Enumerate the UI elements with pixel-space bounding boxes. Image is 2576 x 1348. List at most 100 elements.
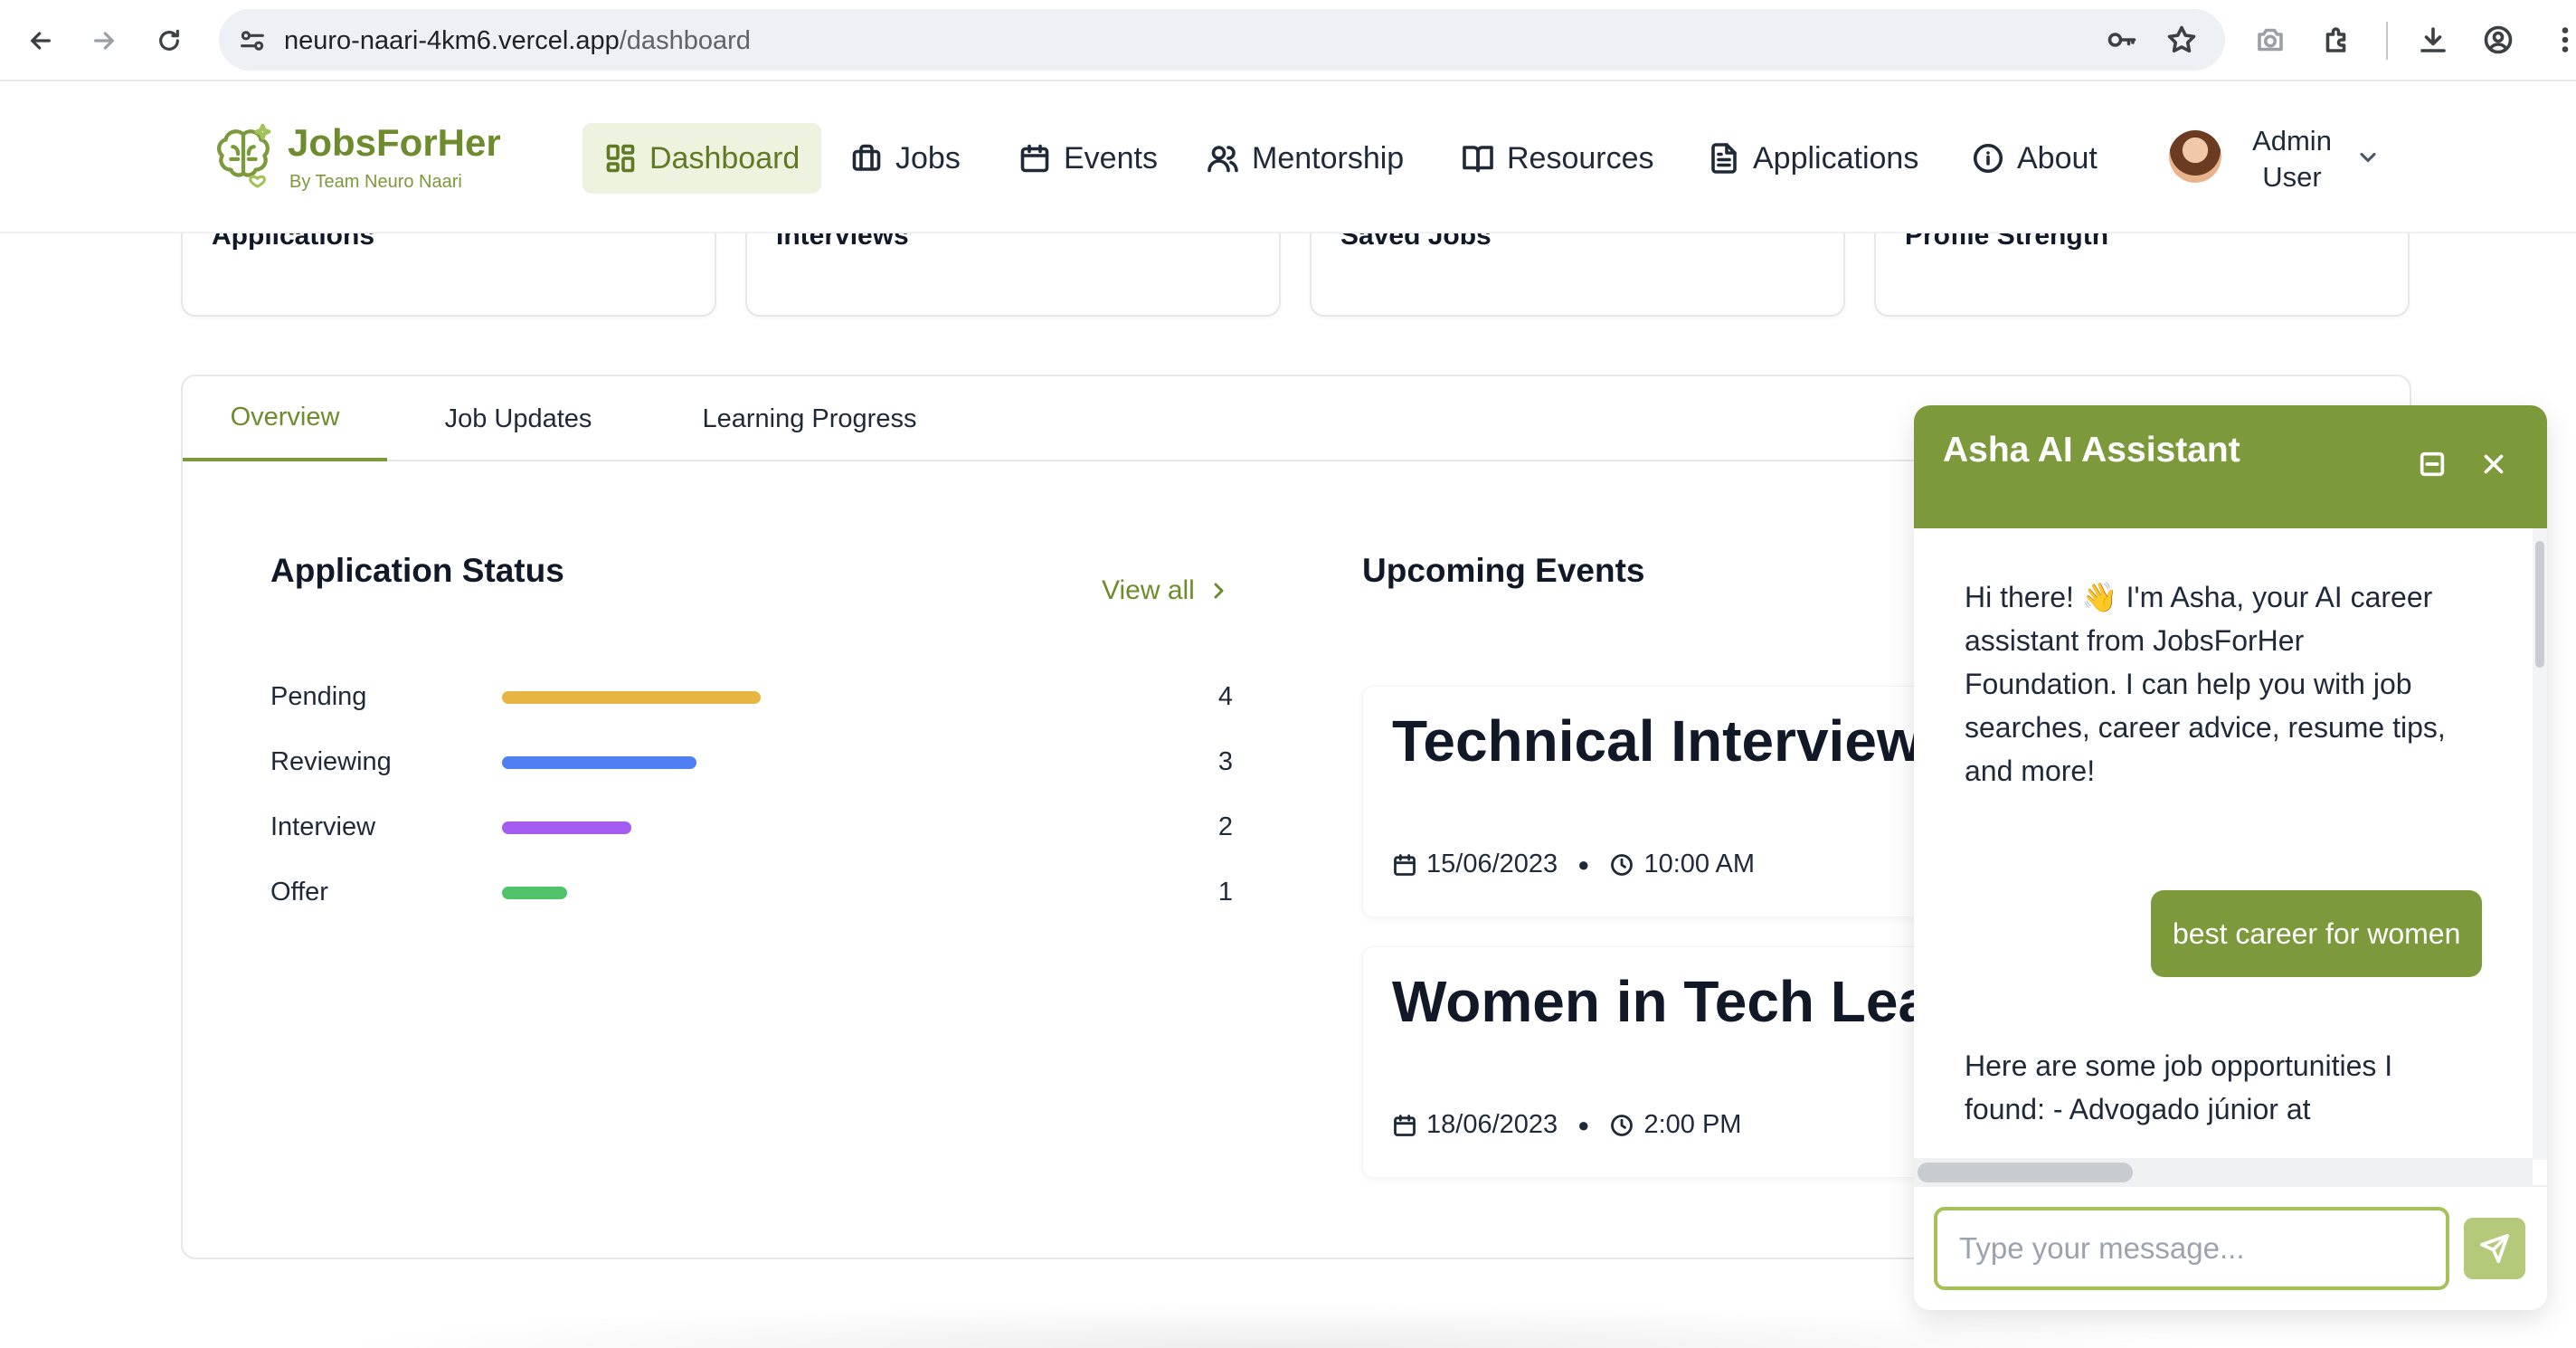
status-label: Offer xyxy=(270,878,328,907)
tab-learning-progress[interactable]: Learning Progress xyxy=(649,376,970,461)
download-icon[interactable] xyxy=(2417,24,2453,60)
status-count: 3 xyxy=(1217,747,1233,776)
calendar-icon xyxy=(1020,144,1049,173)
application-status-title: Application Status xyxy=(270,552,564,589)
view-all-label: View all xyxy=(1102,575,1195,605)
reload-button[interactable] xyxy=(147,18,192,63)
chat-widget: Asha AI Assistant Hi there! 👋 I'm Asha, … xyxy=(1914,405,2547,1310)
extensions-icon[interactable] xyxy=(2321,24,2357,60)
status-bar xyxy=(502,887,567,899)
brand-title[interactable]: JobsForHer xyxy=(288,121,501,165)
bot-message: Hi there! 👋 I'm Asha, your AI career ass… xyxy=(1965,581,2446,787)
chat-header: Asha AI Assistant xyxy=(1914,405,2547,528)
event-date: 15/06/2023 xyxy=(1426,850,1558,878)
bot-message: Here are some job opportunities I found:… xyxy=(1965,1049,2393,1125)
event-meta: 15/06/2023 ● 10:00 AM xyxy=(1392,850,1755,879)
nav-applications[interactable]: Applications xyxy=(1686,123,1940,194)
password-key-icon[interactable] xyxy=(2106,24,2140,58)
nav-mentorship[interactable]: Mentorship xyxy=(1185,123,1425,194)
separator-dot: ● xyxy=(1577,852,1590,876)
chat-input-bar xyxy=(1914,1185,2547,1310)
arrow-left-icon xyxy=(31,32,51,50)
url-text[interactable]: neuro-naari-4km6.vercel.app/dashboard xyxy=(284,26,751,56)
camera-icon[interactable] xyxy=(2254,24,2290,60)
chevron-down-icon[interactable] xyxy=(2355,145,2381,170)
status-bar xyxy=(502,821,631,834)
briefcase-icon xyxy=(852,144,881,171)
back-button[interactable] xyxy=(18,18,63,63)
profile-icon[interactable] xyxy=(2482,24,2518,60)
nav-about[interactable]: About xyxy=(1950,123,2119,194)
clock-icon xyxy=(1611,853,1634,876)
nav-label: Applications xyxy=(1753,140,1919,176)
toolbar-divider xyxy=(2386,22,2388,60)
reload-icon xyxy=(159,29,179,51)
nav-resources[interactable]: Resources xyxy=(1440,123,1676,194)
close-icon xyxy=(2484,454,2504,474)
status-row-interview: Interview 2 xyxy=(270,809,1233,845)
scrollbar-thumb[interactable] xyxy=(2535,541,2544,668)
event-time: 2:00 PM xyxy=(1643,1110,1742,1139)
minimize-button[interactable] xyxy=(2417,449,2449,481)
tab-job-updates[interactable]: Job Updates xyxy=(387,376,649,461)
status-row-pending: Pending 4 xyxy=(270,679,1233,715)
upcoming-events-title: Upcoming Events xyxy=(1362,552,1645,589)
status-row-reviewing: Reviewing 3 xyxy=(270,744,1233,780)
calendar-icon xyxy=(1394,1114,1416,1136)
nav-label: Jobs xyxy=(895,140,961,176)
nav-dashboard[interactable]: Dashboard xyxy=(582,123,822,194)
menu-kebab-icon[interactable] xyxy=(2549,24,2576,60)
info-icon xyxy=(1973,143,2003,174)
send-icon xyxy=(2479,1233,2510,1264)
chat-title: Asha AI Assistant xyxy=(1943,431,2240,470)
avatar[interactable] xyxy=(2169,130,2221,183)
close-button[interactable] xyxy=(2478,449,2511,481)
status-label: Reviewing xyxy=(270,747,392,776)
event-date: 18/06/2023 xyxy=(1426,1110,1558,1139)
site-settings-icon[interactable] xyxy=(237,25,268,56)
nav-jobs[interactable]: Jobs xyxy=(829,123,982,194)
book-icon xyxy=(1463,146,1493,173)
status-count: 2 xyxy=(1217,812,1233,841)
chat-messages[interactable]: Hi there! 👋 I'm Asha, your AI career ass… xyxy=(1914,528,2547,1162)
brand-subtitle: By Team Neuro Naari xyxy=(289,172,462,192)
view-all-link[interactable]: View all xyxy=(1102,575,1229,606)
status-bar xyxy=(502,691,761,704)
forward-button[interactable] xyxy=(81,18,127,63)
status-row-offer: Offer 1 xyxy=(270,874,1233,910)
bookmark-star-icon[interactable] xyxy=(2165,24,2200,58)
clock-icon xyxy=(1611,1114,1634,1136)
minimize-icon xyxy=(2420,451,2445,477)
user-message: best career for women xyxy=(2151,890,2483,977)
nav-label: Dashboard xyxy=(649,140,800,176)
nav-label: Events xyxy=(1064,140,1158,176)
horizontal-scrollbar[interactable] xyxy=(1914,1158,2533,1185)
arrow-right-icon xyxy=(94,32,114,50)
event-meta: 18/06/2023 ● 2:00 PM xyxy=(1392,1110,1741,1140)
status-count: 1 xyxy=(1217,878,1233,907)
send-button[interactable] xyxy=(2464,1218,2525,1279)
nav-events[interactable]: Events xyxy=(997,123,1179,194)
brain-logo-icon[interactable] xyxy=(208,119,279,192)
app-header: JobsForHer By Team Neuro Naari Dashboard… xyxy=(0,83,2576,233)
nav-label: Mentorship xyxy=(1252,140,1405,176)
status-label: Pending xyxy=(270,682,367,711)
document-icon xyxy=(1711,143,1737,174)
user-name[interactable]: Admin User xyxy=(2247,123,2337,195)
calendar-icon xyxy=(1394,853,1416,876)
separator-dot: ● xyxy=(1577,1113,1590,1136)
status-label: Interview xyxy=(270,812,376,841)
user-name-first: Admin xyxy=(2252,125,2332,157)
vertical-scrollbar[interactable] xyxy=(2533,528,2547,1160)
address-bar[interactable]: neuro-naari-4km6.vercel.app/dashboard xyxy=(219,9,2225,71)
status-count: 4 xyxy=(1217,682,1233,711)
nav-label: About xyxy=(2017,140,2098,176)
status-bar xyxy=(502,756,696,769)
browser-toolbar: neuro-naari-4km6.vercel.app/dashboard xyxy=(0,0,2576,81)
nav-label: Resources xyxy=(1507,140,1654,176)
scrollbar-thumb[interactable] xyxy=(1918,1163,2133,1182)
tab-overview[interactable]: Overview xyxy=(183,376,387,461)
chat-message-input[interactable] xyxy=(1934,1207,2449,1290)
dashboard-icon xyxy=(606,144,635,173)
user-name-last: User xyxy=(2262,161,2322,193)
